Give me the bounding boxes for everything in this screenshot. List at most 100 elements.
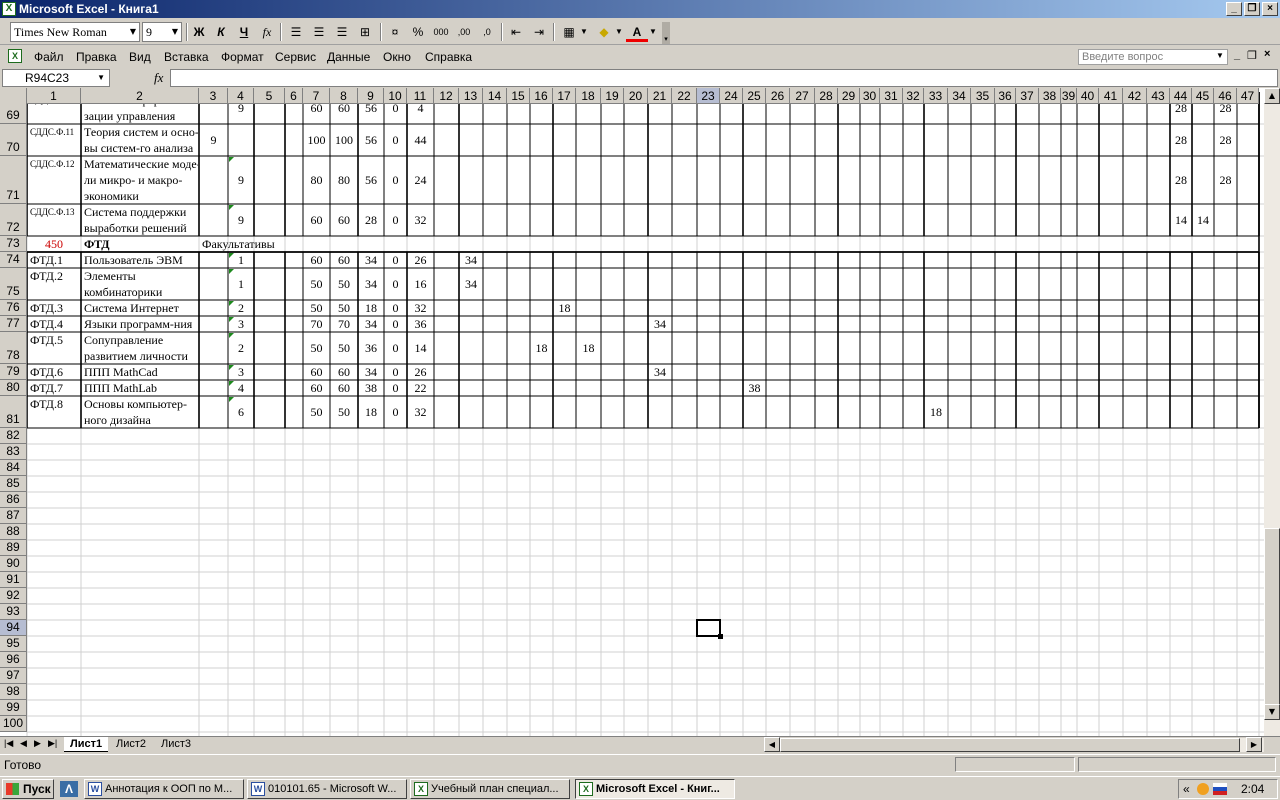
discipline-code[interactable]: ФТД.8 (27, 397, 81, 411)
cell-value[interactable]: 34 (358, 253, 384, 267)
row-header[interactable]: 80 (0, 380, 27, 396)
column-header[interactable]: 17 (553, 88, 576, 104)
menu-insert[interactable]: Вставка (164, 50, 209, 64)
column-header[interactable]: 25 (743, 88, 766, 104)
scroll-left-icon[interactable]: ◀ (764, 737, 780, 752)
discipline-name[interactable]: экономики (84, 189, 198, 204)
cell-value[interactable]: 34 (358, 277, 384, 291)
scroll-right-icon[interactable]: ▶ (1246, 737, 1262, 752)
cell-value[interactable]: 60 (330, 213, 358, 227)
row-header[interactable]: 92 (0, 588, 27, 604)
cell-value[interactable]: 60 (330, 253, 358, 267)
fill-color-icon[interactable]: ◆ (593, 22, 615, 42)
discipline-name[interactable]: Математические моде- (84, 157, 198, 172)
close-button[interactable]: × (1262, 2, 1278, 16)
italic-button[interactable]: К (210, 22, 232, 42)
increase-decimal-button[interactable]: ,00 (453, 22, 475, 42)
decrease-decimal-button[interactable]: ,0 (476, 22, 498, 42)
section-label[interactable]: Факультативы (199, 237, 339, 251)
task-curriculum[interactable]: X Учебный план специал... (410, 779, 570, 799)
discipline-name[interactable]: Теория систем и осно- (84, 125, 198, 140)
scroll-thumb[interactable] (1264, 528, 1280, 718)
column-header[interactable]: 13 (459, 88, 483, 104)
scroll-up-icon[interactable]: ▲ (1264, 88, 1280, 104)
cell-value[interactable]: 50 (303, 405, 330, 419)
column-header[interactable]: 27 (790, 88, 815, 104)
section-title[interactable]: ФТД (81, 237, 199, 251)
cell-value[interactable]: 0 (384, 277, 407, 291)
cell-value[interactable]: 0 (384, 133, 407, 147)
menu-edit[interactable]: Правка (76, 50, 117, 64)
column-header[interactable]: 14 (483, 88, 507, 104)
help-search-input[interactable]: Введите вопрос (1078, 49, 1228, 65)
cell-value[interactable]: 34 (459, 277, 483, 291)
cell-value[interactable]: 14 (407, 341, 434, 355)
font-color-icon[interactable]: A (626, 22, 648, 42)
thousands-button[interactable]: 000 (430, 22, 452, 42)
cell-value[interactable]: 34 (358, 365, 384, 379)
menu-file[interactable]: Файл (34, 50, 64, 64)
cell-value[interactable]: 36 (358, 341, 384, 355)
row-header[interactable]: 93 (0, 604, 27, 620)
menu-data[interactable]: Данные (327, 50, 370, 64)
insert-function-button[interactable]: fx (154, 70, 163, 86)
cell-value[interactable]: 2 (228, 341, 254, 355)
borders-icon[interactable]: ▦ (558, 22, 580, 42)
cell-value[interactable]: 18 (530, 341, 553, 355)
cell-value[interactable]: 36 (407, 317, 434, 331)
row-header[interactable]: 76 (0, 300, 27, 316)
cell-value[interactable]: 70 (330, 317, 358, 331)
column-header[interactable]: 28 (815, 88, 838, 104)
cell-value[interactable]: 0 (384, 317, 407, 331)
cell-value[interactable]: 50 (330, 341, 358, 355)
cell-value[interactable]: 100 (330, 133, 358, 147)
cell-value[interactable]: 28 (1214, 173, 1237, 187)
cell-value[interactable]: 0 (384, 173, 407, 187)
column-header[interactable]: 7 (303, 88, 330, 104)
cell-value[interactable]: 44 (407, 133, 434, 147)
worksheet-grid[interactable]: СДДС.Ф.10Основы информати-зации управлен… (0, 88, 1264, 736)
discipline-name[interactable]: Сопуправление (84, 333, 198, 348)
align-center-icon[interactable]: ☰ (308, 22, 330, 42)
column-header[interactable]: 30 (860, 88, 880, 104)
restore-button[interactable]: ❐ (1244, 2, 1260, 16)
column-header[interactable]: 8 (330, 88, 358, 104)
row-header[interactable]: 99 (0, 700, 27, 716)
task-annotation[interactable]: W Аннотация к ООП по М... (84, 779, 244, 799)
cell-value[interactable]: 56 (358, 173, 384, 187)
cell-value[interactable]: 22 (407, 381, 434, 395)
column-header[interactable]: 20 (624, 88, 648, 104)
cell-value[interactable]: 26 (407, 253, 434, 267)
cell-value[interactable]: 50 (303, 301, 330, 315)
increase-indent-icon[interactable]: ⇥ (528, 22, 550, 42)
discipline-name[interactable]: развитием личности (84, 349, 198, 364)
cell-value[interactable]: 50 (303, 277, 330, 291)
cell-value[interactable]: 60 (303, 365, 330, 379)
cell-value[interactable]: 70 (303, 317, 330, 331)
percent-button[interactable]: % (407, 22, 429, 42)
first-sheet-icon[interactable]: |◀ (4, 738, 13, 749)
row-header[interactable]: 71 (0, 156, 27, 204)
discipline-code[interactable]: ФТД.4 (27, 317, 81, 331)
column-header[interactable]: 35 (971, 88, 995, 104)
chevron-down-icon[interactable]: ▼ (127, 23, 139, 41)
discipline-code[interactable]: ФТД.3 (27, 301, 81, 315)
function-button[interactable]: fx (256, 22, 278, 42)
column-header[interactable]: 10 (384, 88, 407, 104)
cell-value[interactable]: 34 (648, 317, 672, 331)
cell-value[interactable]: 60 (330, 381, 358, 395)
sheet-tab-2[interactable]: Лист2 (110, 737, 152, 752)
row-header[interactable]: 87 (0, 508, 27, 524)
column-header[interactable]: 5 (254, 88, 285, 104)
menu-tools[interactable]: Сервис (275, 50, 316, 64)
column-header[interactable]: 29 (838, 88, 860, 104)
bold-button[interactable]: Ж (188, 22, 210, 42)
toolbar-options-icon[interactable]: ▾ (662, 22, 670, 44)
column-header[interactable]: 4 (228, 88, 254, 104)
cell-value[interactable]: 50 (330, 301, 358, 315)
chevron-down-icon[interactable]: ▼ (1216, 51, 1224, 60)
column-header[interactable]: 46 (1214, 88, 1237, 104)
column-header[interactable]: 24 (720, 88, 743, 104)
cell-value[interactable]: 9 (228, 173, 254, 187)
column-header[interactable]: 31 (880, 88, 903, 104)
